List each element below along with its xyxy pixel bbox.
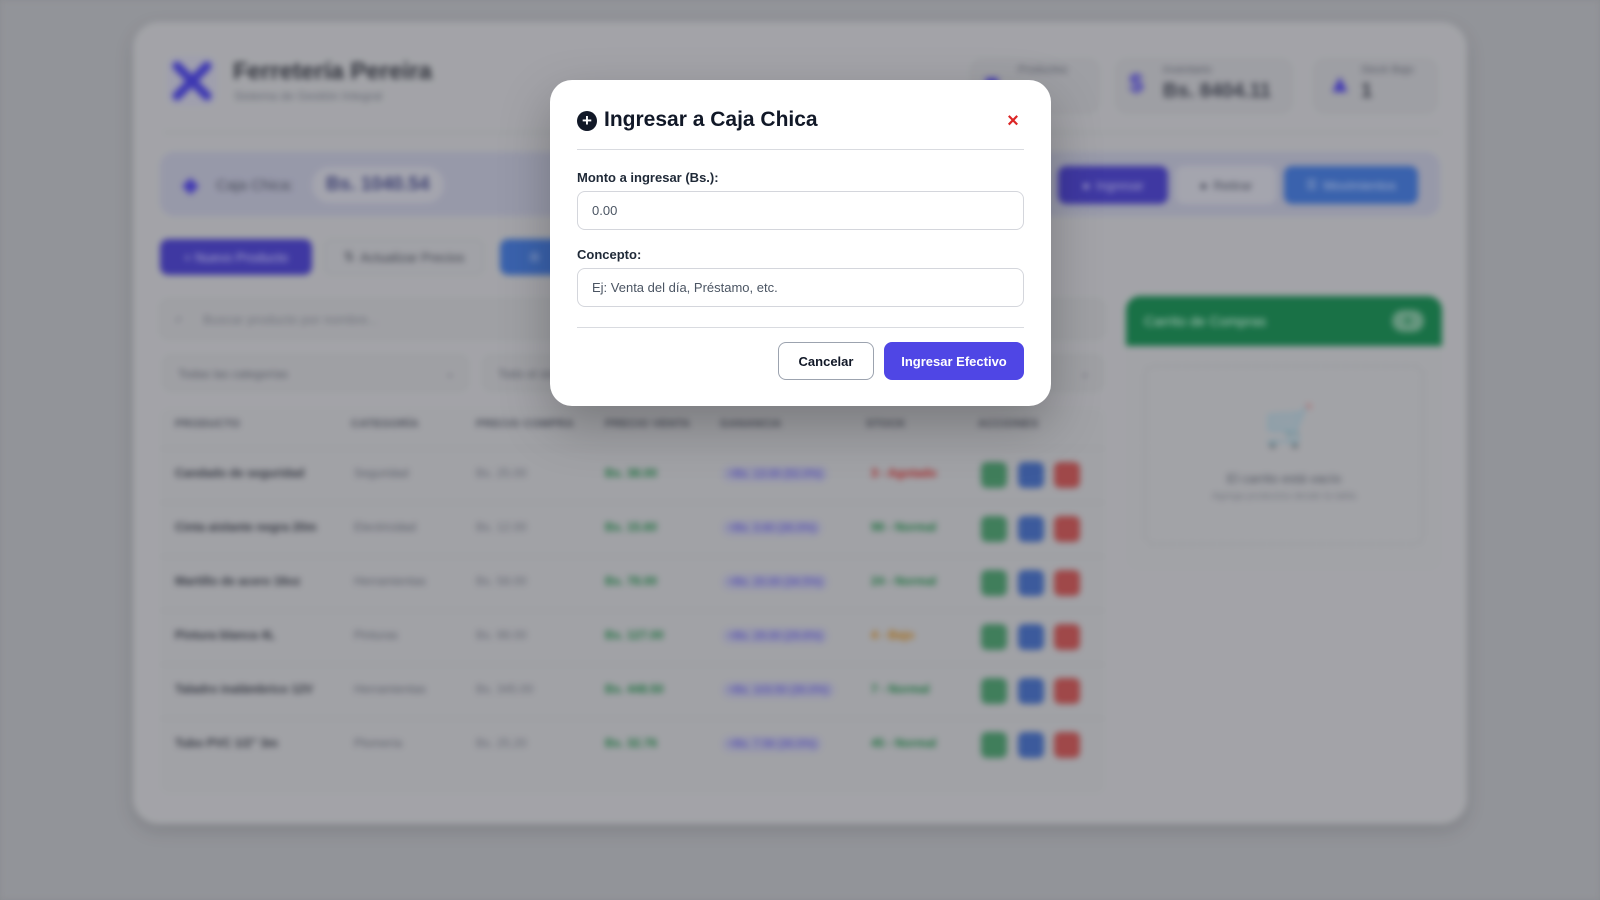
close-icon[interactable]: ×: [1002, 110, 1024, 132]
modal-footer-divider: [577, 327, 1024, 328]
concept-label: Concepto:: [577, 247, 642, 262]
submit-deposit-button[interactable]: Ingresar Efectivo: [884, 342, 1024, 380]
caja-chica-modal: + Ingresar a Caja Chica × Monto a ingres…: [550, 80, 1051, 406]
amount-input[interactable]: [577, 191, 1024, 230]
modal-title: Ingresar a Caja Chica: [604, 108, 818, 131]
modal-header: + Ingresar a Caja Chica ×: [577, 108, 1024, 150]
amount-label: Monto a ingresar (Bs.):: [577, 170, 719, 185]
concept-input[interactable]: [577, 268, 1024, 307]
plus-circle-icon: +: [577, 111, 597, 131]
cancel-button[interactable]: Cancelar: [778, 342, 874, 380]
